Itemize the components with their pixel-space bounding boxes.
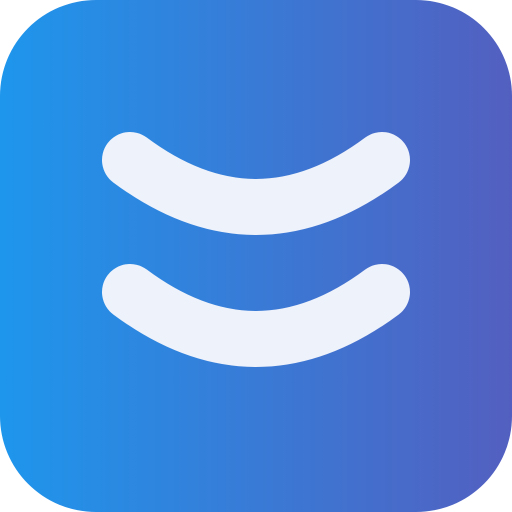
app-icon <box>0 0 512 512</box>
app-icon-graphic <box>0 0 512 512</box>
icon-background <box>0 0 512 512</box>
